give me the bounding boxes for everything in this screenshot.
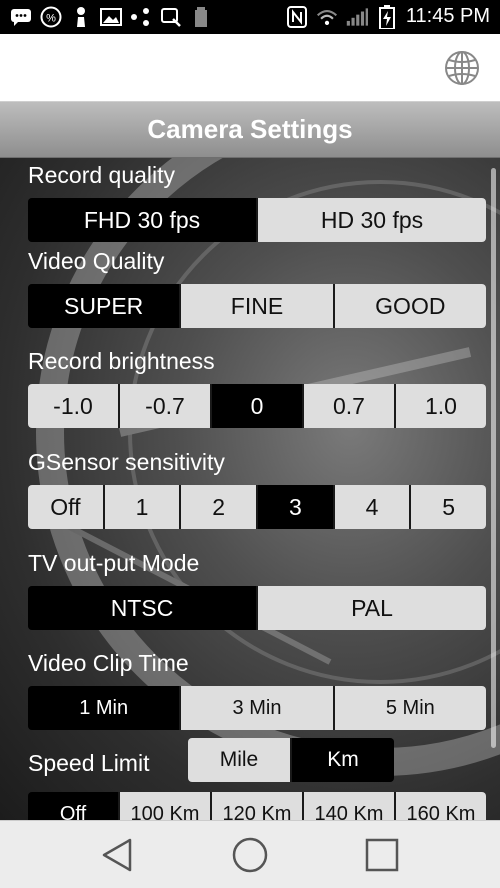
- video-clip-time-selector: 1 Min 3 Min 5 Min: [28, 686, 486, 730]
- gsensor-option-3[interactable]: 3: [258, 485, 333, 529]
- gsensor-option-4[interactable]: 4: [334, 485, 410, 529]
- speed-limit-option-100[interactable]: 100 Km: [120, 792, 210, 820]
- tv-output-selector: NTSC PAL: [28, 586, 486, 630]
- tv-output-label: TV out-put Mode: [28, 550, 200, 576]
- image-icon: [100, 7, 122, 27]
- brightness-option-0-7[interactable]: 0.7: [304, 384, 394, 428]
- clip-time-option-5-min[interactable]: 5 Min: [334, 686, 486, 730]
- battery-icon: [376, 4, 398, 29]
- brightness-option-0[interactable]: 0: [212, 384, 302, 428]
- screenshot-icon: [160, 7, 182, 27]
- speed-limit-label: Speed Limit: [28, 750, 150, 776]
- gsensor-option-2[interactable]: 2: [181, 485, 257, 529]
- gsensor-label: GSensor sensitivity: [28, 449, 225, 475]
- video-quality-label: Video Quality: [28, 248, 165, 274]
- status-bar: % 11:45 PM: [0, 0, 500, 34]
- record-brightness-label: Record brightness: [28, 348, 215, 374]
- scrollbar[interactable]: [491, 168, 496, 748]
- record-brightness-selector: -1.0 -0.7 0 0.7 1.0: [28, 384, 486, 428]
- speed-unit-option-km[interactable]: Km: [292, 738, 394, 782]
- speed-unit-selector: Mile Km: [188, 738, 394, 782]
- clip-time-option-1-min[interactable]: 1 Min: [28, 686, 180, 730]
- page-title: Camera Settings: [147, 114, 353, 144]
- back-icon[interactable]: [98, 835, 138, 875]
- title-bar: Camera Settings: [0, 102, 500, 158]
- signal-icon: [346, 7, 368, 27]
- record-quality-label: Record quality: [28, 162, 176, 188]
- globe-icon[interactable]: [444, 50, 480, 86]
- record-quality-selector: FHD 30 fps HD 30 fps: [28, 198, 486, 242]
- share-icon: [130, 7, 152, 27]
- video-clip-time-label: Video Clip Time: [28, 650, 189, 676]
- pawn-icon: [70, 7, 92, 27]
- recents-icon[interactable]: [362, 835, 402, 875]
- speed-limit-option-140[interactable]: 140 Km: [304, 792, 394, 820]
- speed-limit-option-off[interactable]: Off: [28, 792, 118, 820]
- video-quality-option-fine[interactable]: FINE: [181, 284, 333, 328]
- video-quality-option-good[interactable]: GOOD: [334, 284, 486, 328]
- brightness-option-1[interactable]: 1.0: [396, 384, 486, 428]
- navigation-bar: [0, 820, 500, 888]
- gsensor-option-5[interactable]: 5: [411, 485, 486, 529]
- gsensor-option-1[interactable]: 1: [104, 485, 180, 529]
- clip-time-option-3-min[interactable]: 3 Min: [181, 686, 333, 730]
- svg-text:%: %: [46, 13, 56, 25]
- video-quality-option-super[interactable]: SUPER: [28, 284, 180, 328]
- record-quality-option-fhd[interactable]: FHD 30 fps: [28, 198, 256, 242]
- brightness-option-minus-1[interactable]: -1.0: [28, 384, 118, 428]
- settings-content: Camera Settings Record quality FHD 30 fp…: [0, 102, 500, 820]
- speed-unit-option-mile[interactable]: Mile: [188, 738, 290, 782]
- chat-icon: [10, 7, 32, 27]
- gsensor-selector: Off 1 2 3 4 5: [28, 485, 486, 529]
- video-quality-selector: SUPER FINE GOOD: [28, 284, 486, 328]
- tv-output-option-ntsc[interactable]: NTSC: [28, 586, 256, 630]
- percent-icon: %: [40, 6, 62, 28]
- speed-limit-option-160[interactable]: 160 Km: [396, 792, 486, 820]
- tv-output-option-pal[interactable]: PAL: [258, 586, 486, 630]
- home-icon[interactable]: [230, 835, 270, 875]
- battery-small-icon: [190, 7, 212, 27]
- speed-limit-option-120[interactable]: 120 Km: [212, 792, 302, 820]
- status-time: 11:45 PM: [405, 5, 490, 27]
- nfc-icon: [286, 5, 308, 28]
- wifi-icon: [316, 7, 338, 27]
- gsensor-option-off[interactable]: Off: [28, 485, 103, 529]
- record-quality-option-hd[interactable]: HD 30 fps: [258, 198, 486, 242]
- app-bar: [0, 34, 500, 102]
- speed-limit-selector: Off 100 Km 120 Km 140 Km 160 Km: [28, 792, 486, 820]
- brightness-option-minus-0-7[interactable]: -0.7: [120, 384, 210, 428]
